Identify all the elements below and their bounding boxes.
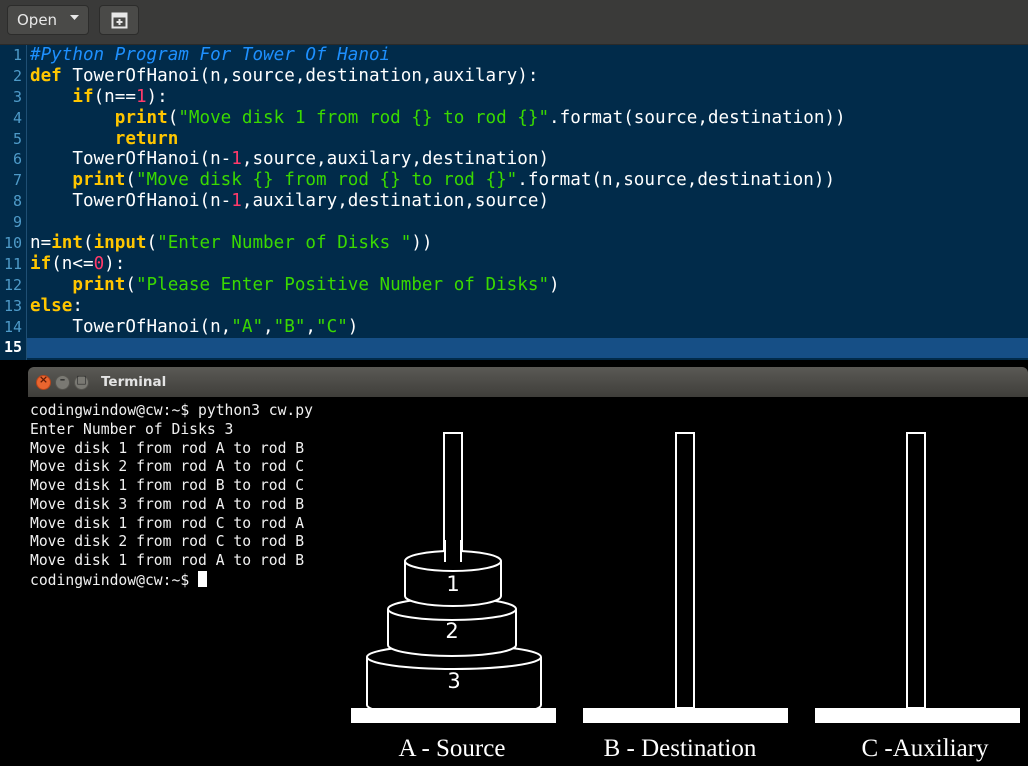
rod-b-pole [675, 432, 695, 709]
rod-c-pole [906, 432, 926, 709]
rod-b-label: B - Destination [604, 735, 757, 762]
rod-c-label: C -Auxiliary [861, 735, 989, 762]
disk-label-2: 2 [445, 619, 458, 643]
rod-a-label: A - Source [399, 735, 506, 762]
rod-b-base [583, 708, 788, 723]
disk-label-1: 1 [446, 572, 459, 596]
rod-a-base [351, 708, 556, 723]
disk-label-3: 3 [447, 669, 460, 693]
tower-of-hanoi-diagram: 1 2 3 A - Source B - Destination C -Auxi… [351, 432, 1020, 762]
rod-c-base [815, 708, 1020, 723]
